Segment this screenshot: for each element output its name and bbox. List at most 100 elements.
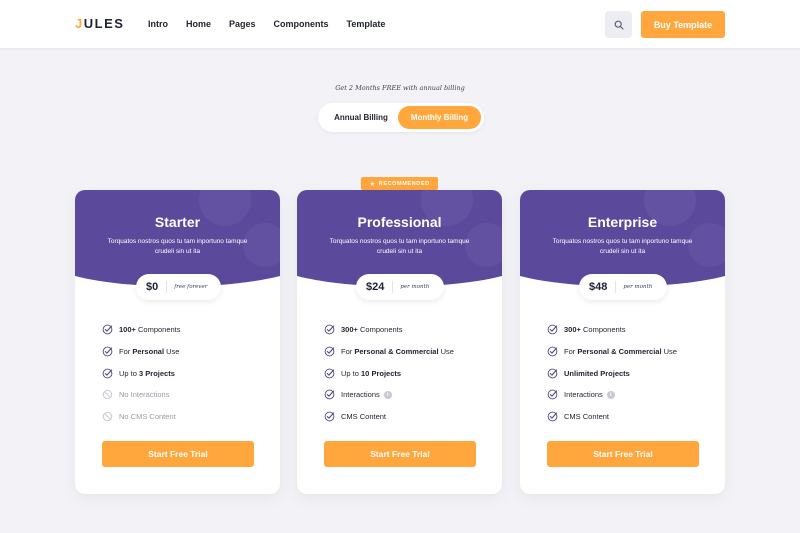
price-period: per month [623, 284, 653, 290]
feature-text-pre: Up to [119, 368, 140, 378]
check-circle-icon [547, 411, 558, 422]
feature-text-bold: 3 Projects [139, 368, 175, 378]
ban-icon [102, 411, 113, 422]
annual-billing-option[interactable]: Annual Billing [323, 106, 399, 129]
feature-text-bold: Personal & Commercial [354, 347, 439, 357]
feature-text: For Personal & Commercial Use [564, 347, 677, 356]
price-amount: $0 [146, 281, 168, 293]
feature-text-bold: 300+ [341, 325, 358, 335]
feature-text: For Personal Use [119, 347, 179, 356]
pricing-card-professional: Professional Torquatos nostros quos tu t… [297, 190, 502, 494]
feature-text-post: Components [135, 325, 181, 335]
feature-text-bold: 10 Projects [361, 368, 402, 378]
feature-text-pre: CMS Content [341, 412, 387, 422]
feature-text-pre: For [564, 347, 578, 357]
nav-home[interactable]: Home [186, 19, 211, 29]
feature-item: For Personal & Commercial Use [324, 341, 494, 363]
feature-text-pre: CMS Content [564, 412, 610, 422]
pricing-card-starter: Starter Torquatos nostros quos tu tam in… [75, 190, 280, 494]
nav-template[interactable]: Template [347, 19, 386, 29]
start-free-trial-button[interactable]: Start Free Trial [102, 441, 254, 467]
feature-text-pre: No CMS Content [119, 412, 176, 422]
logo-initial: J [75, 16, 84, 31]
logo[interactable]: JULES [75, 16, 124, 31]
plan-description: Torquatos nostros quos tu tam inportuno … [329, 238, 470, 255]
buy-template-button[interactable]: Buy Template [641, 11, 725, 38]
feature-text-post: Use [661, 347, 677, 357]
check-circle-icon [102, 346, 113, 357]
logo-text: ULES [83, 16, 125, 31]
feature-text: CMS Content [341, 412, 386, 421]
feature-text-bold: Personal & Commercial [577, 347, 662, 357]
check-circle-icon [547, 390, 558, 400]
check-circle-icon [547, 324, 558, 335]
check-circle-icon [324, 324, 335, 335]
feature-text-post: Components [580, 325, 626, 335]
plan-description: Torquatos nostros quos tu tam inportuno … [107, 238, 248, 255]
price-pill: $0 free forever [136, 274, 221, 300]
feature-text-pre: Interactions [341, 390, 380, 400]
feature-text: No Interactions [119, 390, 169, 399]
nav-intro[interactable]: Intro [148, 19, 168, 29]
feature-text: Up to 10 Projects [341, 369, 401, 378]
nav-components[interactable]: Components [274, 19, 329, 29]
feature-item: No Interactions [102, 384, 272, 406]
monthly-billing-option[interactable]: Monthly Billing [398, 106, 481, 129]
start-free-trial-button[interactable]: Start Free Trial [547, 441, 699, 467]
recommended-label: RECOMMENDED [378, 180, 430, 187]
feature-text-pre: Interactions [564, 390, 603, 400]
feature-item: Up to 10 Projects [324, 362, 494, 384]
feature-text-pre: For [119, 347, 133, 357]
feature-text: 300+ Components [341, 325, 403, 334]
check-circle-icon [324, 411, 335, 422]
start-free-trial-button[interactable]: Start Free Trial [324, 441, 476, 467]
feature-text: Interactions [564, 390, 603, 399]
feature-text: 100+ Components [119, 325, 181, 334]
feature-item: 300+ Components [324, 319, 494, 341]
feature-text: For Personal & Commercial Use [341, 347, 454, 356]
feature-text: Up to 3 Projects [119, 369, 175, 378]
feature-text-bold: 100+ [119, 325, 136, 335]
search-icon [614, 20, 624, 30]
feature-item: For Personal & Commercial Use [547, 341, 717, 363]
feature-text-bold: Unlimited Projects [564, 368, 630, 378]
feature-text-pre: For [341, 347, 355, 357]
feature-item: CMS Content [547, 406, 717, 428]
price-amount: $24 [366, 281, 394, 293]
price-period: free forever [174, 284, 208, 290]
feature-text: Interactions [341, 390, 380, 399]
feature-text-pre: No Interactions [119, 390, 170, 400]
plan-name: Professional [357, 214, 442, 230]
main-nav: Intro Home Pages Components Template [148, 19, 403, 29]
feature-item: For Personal Use [102, 341, 272, 363]
nav-pages[interactable]: Pages [229, 19, 256, 29]
check-circle-icon [324, 390, 335, 400]
feature-item: Interactions i [547, 384, 717, 406]
plan-description: Torquatos nostros quos tu tam inportuno … [552, 238, 693, 255]
feature-text: 300+ Components [564, 325, 626, 334]
feature-text: No CMS Content [119, 412, 176, 421]
feature-text-post: Use [164, 347, 180, 357]
search-button[interactable] [605, 11, 632, 38]
check-circle-icon [102, 324, 113, 335]
feature-list: 100+ Components For Personal Use Up to 3… [102, 319, 272, 427]
feature-text-post: Use [438, 347, 454, 357]
check-circle-icon [547, 346, 558, 357]
feature-item: No CMS Content [102, 406, 272, 428]
feature-item: CMS Content [324, 406, 494, 428]
info-icon[interactable]: i [606, 390, 615, 399]
feature-list: 300+ Components For Personal & Commercia… [324, 319, 494, 427]
feature-text-bold: 300+ [564, 325, 581, 335]
pricing-card-enterprise: Enterprise Torquatos nostros quos tu tam… [520, 190, 725, 494]
feature-text-post: Components [357, 325, 403, 335]
feature-item: 300+ Components [547, 319, 717, 341]
check-circle-icon [547, 368, 558, 379]
check-circle-icon [102, 368, 113, 379]
price-pill: $24 per month [356, 274, 444, 300]
ban-icon [102, 390, 113, 400]
info-icon[interactable]: i [383, 390, 392, 399]
billing-toggle: Annual Billing Monthly Billing [318, 103, 484, 132]
plan-name: Starter [154, 214, 201, 230]
recommended-badge: ★ RECOMMENDED [361, 177, 438, 190]
feature-text-pre: Up to [341, 368, 362, 378]
